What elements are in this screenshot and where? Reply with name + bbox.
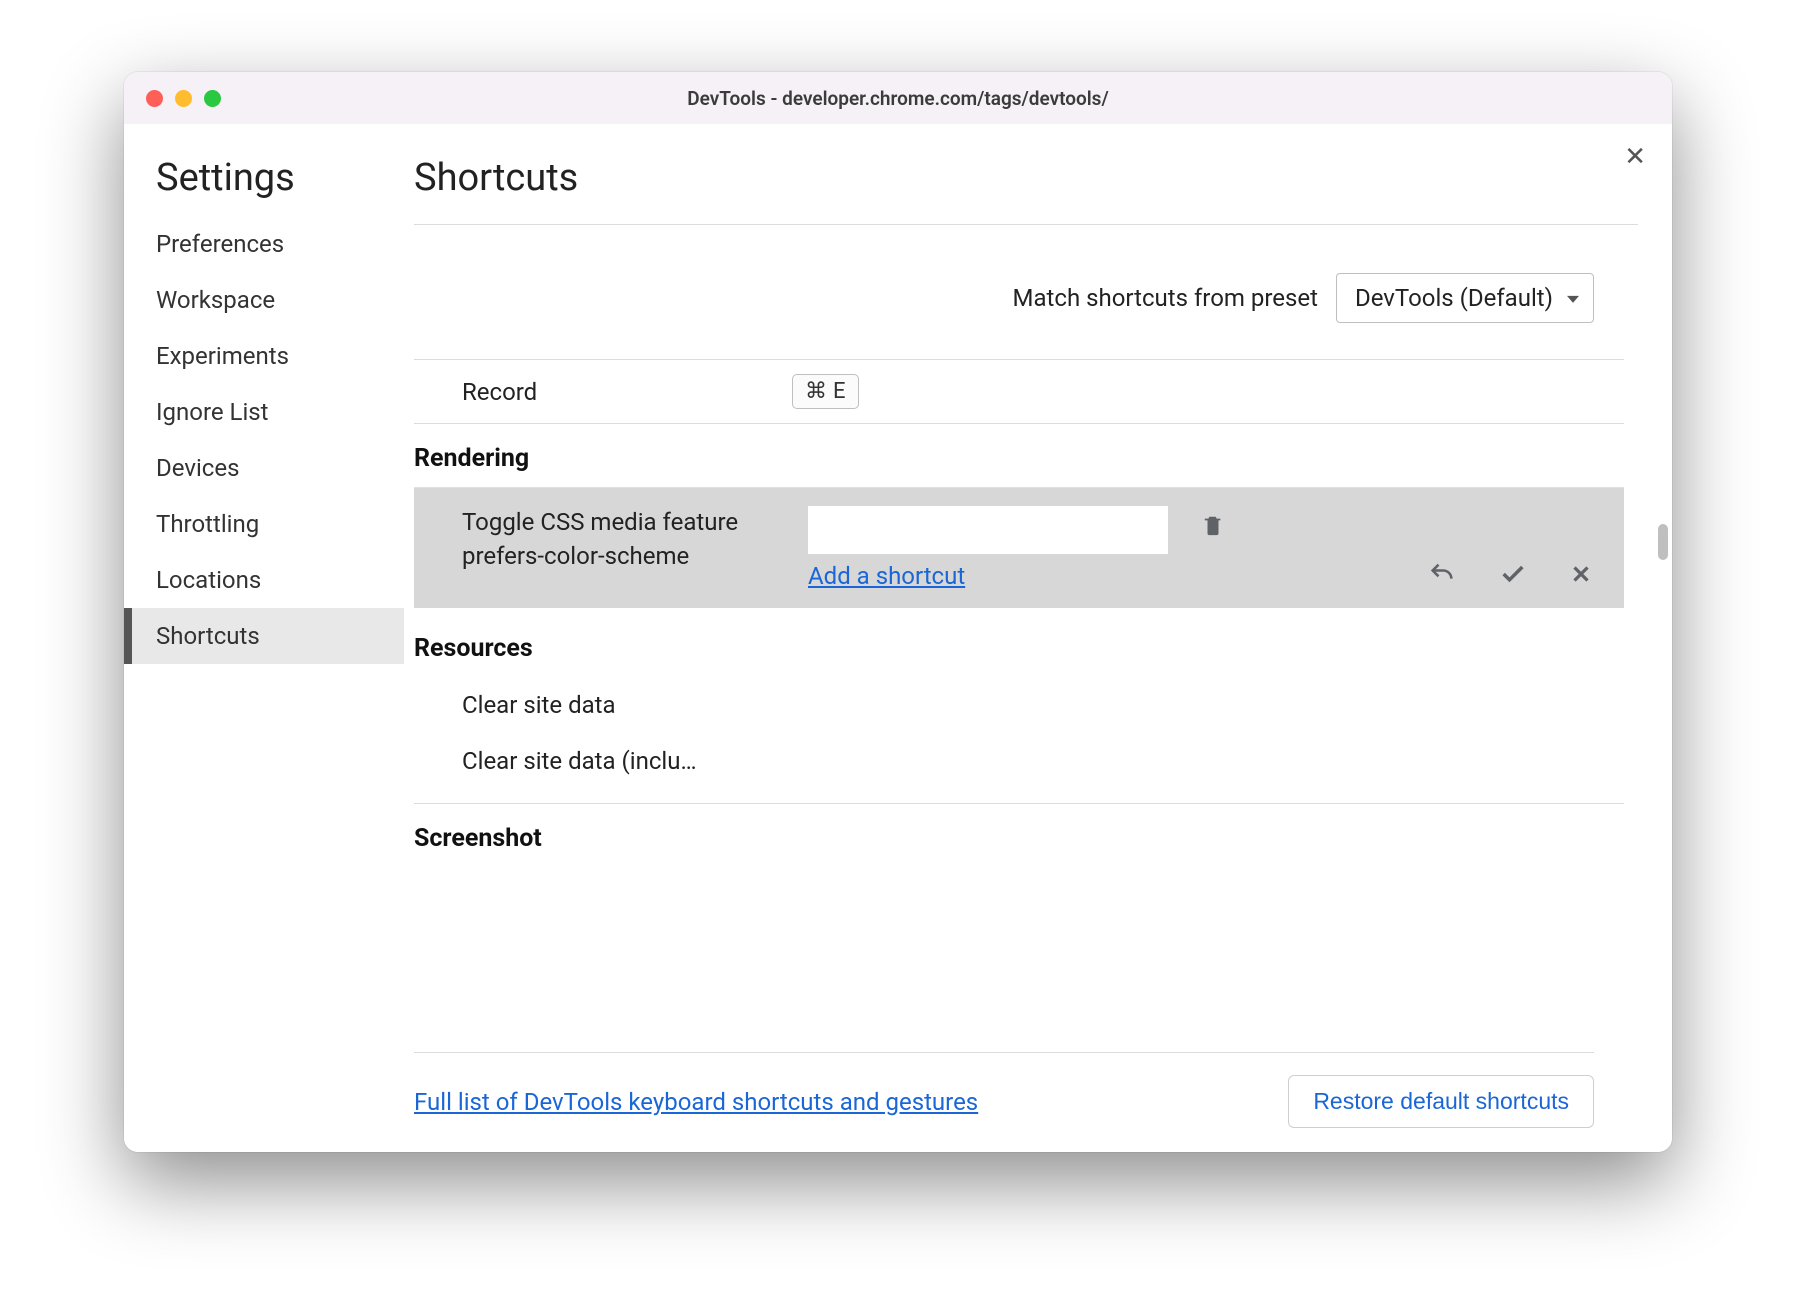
preset-select[interactable]: DevTools (Default) bbox=[1336, 273, 1594, 323]
sidebar-item-workspace[interactable]: Workspace bbox=[124, 272, 404, 328]
confirm-icon[interactable] bbox=[1498, 560, 1528, 592]
trash-icon[interactable] bbox=[1202, 512, 1224, 542]
keyboard-key: ⌘ E bbox=[792, 374, 859, 409]
page-title: Shortcuts bbox=[414, 156, 1638, 225]
add-shortcut-link[interactable]: Add a shortcut bbox=[808, 562, 965, 590]
section-resources: Resources bbox=[414, 608, 1624, 677]
sidebar-item-experiments[interactable]: Experiments bbox=[124, 328, 404, 384]
section-rendering: Rendering bbox=[414, 423, 1624, 487]
shortcut-action-label: Record bbox=[462, 378, 792, 406]
shortcut-row-record[interactable]: Record ⌘ E bbox=[414, 359, 1624, 423]
sidebar-item-locations[interactable]: Locations bbox=[124, 552, 404, 608]
cancel-icon[interactable] bbox=[1568, 561, 1594, 591]
main-panel: Shortcuts Match shortcuts from preset De… bbox=[404, 124, 1672, 1152]
restore-defaults-button[interactable]: Restore default shortcuts bbox=[1288, 1075, 1594, 1128]
sidebar-item-shortcuts[interactable]: Shortcuts bbox=[124, 608, 404, 664]
sidebar-item-label: Ignore List bbox=[156, 398, 269, 426]
edit-actions bbox=[1426, 560, 1594, 592]
sidebar-title: Settings bbox=[124, 156, 404, 216]
scrollbar-handle[interactable] bbox=[1658, 524, 1668, 560]
window-title: DevTools - developer.chrome.com/tags/dev… bbox=[124, 87, 1672, 110]
full-list-link[interactable]: Full list of DevTools keyboard shortcuts… bbox=[414, 1088, 978, 1116]
window-zoom-button[interactable] bbox=[204, 90, 221, 107]
shortcut-action-label: Toggle CSS media feature prefers-color-s… bbox=[462, 506, 792, 573]
sidebar: Settings Preferences Workspace Experimen… bbox=[124, 124, 404, 1152]
shortcut-row[interactable]: Clear site data bbox=[414, 677, 1624, 733]
devtools-window: DevTools - developer.chrome.com/tags/dev… bbox=[124, 72, 1672, 1152]
sidebar-item-ignore-list[interactable]: Ignore List bbox=[124, 384, 404, 440]
sidebar-item-preferences[interactable]: Preferences bbox=[124, 216, 404, 272]
shortcut-action-label: Clear site data bbox=[462, 691, 616, 719]
preset-label: Match shortcuts from preset bbox=[1013, 284, 1318, 312]
sidebar-item-label: Devices bbox=[156, 454, 239, 482]
shortcut-row-editing: Toggle CSS media feature prefers-color-s… bbox=[414, 487, 1624, 608]
content-area: ✕ Settings Preferences Workspace Experim… bbox=[124, 124, 1672, 1152]
sidebar-item-throttling[interactable]: Throttling bbox=[124, 496, 404, 552]
sidebar-item-label: Workspace bbox=[156, 286, 275, 314]
sidebar-item-label: Experiments bbox=[156, 342, 289, 370]
shortcuts-list: Record ⌘ E Rendering Toggle CSS media fe… bbox=[414, 359, 1624, 1052]
undo-icon[interactable] bbox=[1426, 560, 1458, 592]
shortcut-action-label: Clear site data (inclu… bbox=[462, 747, 697, 775]
traffic-lights bbox=[146, 90, 221, 107]
shortcut-edit-controls: Add a shortcut bbox=[808, 506, 1168, 590]
sidebar-item-label: Locations bbox=[156, 566, 261, 594]
shortcut-row[interactable]: Clear site data (inclu… bbox=[414, 733, 1624, 789]
footer: Full list of DevTools keyboard shortcuts… bbox=[414, 1052, 1594, 1152]
shortcut-input[interactable] bbox=[808, 506, 1168, 554]
section-screenshot: Screenshot bbox=[414, 803, 1624, 867]
preset-select-value: DevTools (Default) bbox=[1355, 284, 1553, 312]
sidebar-item-label: Preferences bbox=[156, 230, 284, 258]
sidebar-item-label: Throttling bbox=[156, 510, 259, 538]
window-minimize-button[interactable] bbox=[175, 90, 192, 107]
shortcut-keys: ⌘ E bbox=[792, 374, 859, 409]
preset-row: Match shortcuts from preset DevTools (De… bbox=[414, 225, 1638, 359]
sidebar-item-label: Shortcuts bbox=[156, 622, 260, 650]
sidebar-item-devices[interactable]: Devices bbox=[124, 440, 404, 496]
titlebar: DevTools - developer.chrome.com/tags/dev… bbox=[124, 72, 1672, 124]
window-close-button[interactable] bbox=[146, 90, 163, 107]
